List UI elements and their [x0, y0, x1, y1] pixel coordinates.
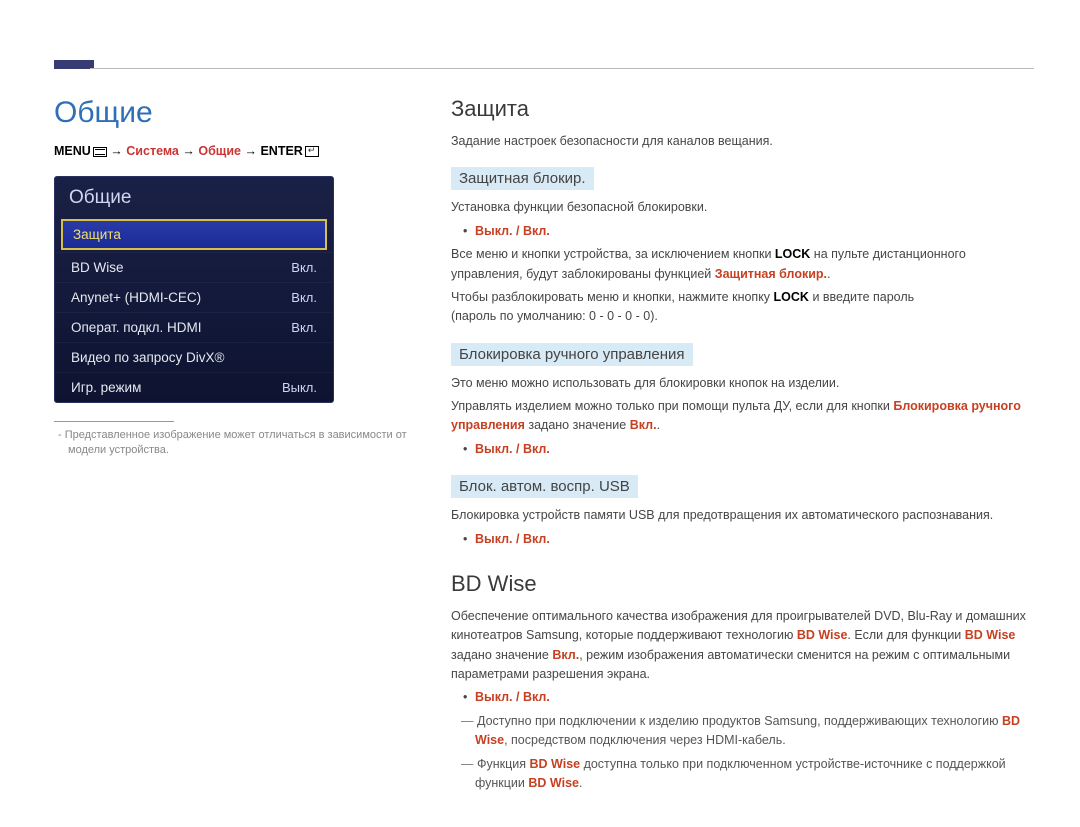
usb-lock-line1: Блокировка устройств памяти USB для пред… [451, 506, 1034, 525]
osd-item-anynet[interactable]: Anynet+ (HDMI-CEC) Вкл. [55, 282, 333, 312]
enter-icon [305, 146, 319, 157]
osd-item-security[interactable]: Защита [61, 219, 327, 250]
breadcrumb-general: Общие [198, 144, 241, 158]
safety-lock-heading: Защитная блокир. [451, 167, 594, 190]
osd-menu: Общие Защита BD Wise Вкл. Anynet+ (HDMI-… [54, 176, 334, 403]
osd-item-divx[interactable]: Видео по запросу DivX® [55, 342, 333, 372]
breadcrumb: MENU → Система → Общие → ENTER [54, 144, 409, 158]
safety-lock-long1: Все меню и кнопки устройства, за исключе… [451, 245, 1034, 284]
osd-item-bdwise[interactable]: BD Wise Вкл. [55, 252, 333, 282]
manual-lock-heading: Блокировка ручного управления [451, 343, 693, 366]
bdwise-note2: Функция BD Wise доступна только при подк… [451, 755, 1034, 794]
manual-lock-line1: Это меню можно использовать для блокиров… [451, 374, 1034, 393]
bdwise-heading: BD Wise [451, 571, 1034, 597]
osd-item-value: Вкл. [291, 260, 317, 275]
osd-item-hdmi-hotplug[interactable]: Операт. подкл. HDMI Вкл. [55, 312, 333, 342]
bdwise-toggle: Выкл. / Вкл. [451, 688, 1034, 707]
osd-title: Общие [55, 177, 333, 217]
osd-item-label: Защита [73, 227, 121, 242]
osd-item-game-mode[interactable]: Игр. режим Выкл. [55, 372, 333, 402]
usb-lock-heading: Блок. автом. воспр. USB [451, 475, 638, 498]
osd-item-value: Вкл. [291, 320, 317, 335]
image-disclaimer: Представленное изображение может отличат… [54, 428, 409, 459]
safety-lock-toggle: Выкл. / Вкл. [451, 222, 1034, 241]
menu-icon [93, 147, 107, 157]
safety-lock-long2: Чтобы разблокировать меню и кнопки, нажм… [451, 288, 1034, 327]
osd-item-value: Вкл. [291, 290, 317, 305]
bdwise-note1: Доступно при подключении к изделию проду… [451, 712, 1034, 751]
safety-lock-desc: Установка функции безопасной блокировки. [451, 198, 1034, 217]
header-accent [54, 60, 94, 69]
security-heading: Защита [451, 96, 1034, 122]
breadcrumb-enter: ENTER [260, 144, 302, 158]
usb-lock-toggle: Выкл. / Вкл. [451, 530, 1034, 549]
breadcrumb-menu: MENU [54, 144, 91, 158]
footnote-rule [54, 421, 174, 422]
header-rule [90, 68, 1034, 69]
osd-item-value: Выкл. [282, 380, 317, 395]
page-title: Общие [54, 96, 409, 130]
osd-item-label: Anynet+ (HDMI-CEC) [71, 290, 201, 305]
osd-item-label: BD Wise [71, 260, 124, 275]
manual-lock-line2: Управлять изделием можно только при помо… [451, 397, 1034, 436]
osd-item-label: Игр. режим [71, 380, 141, 395]
breadcrumb-system: Система [126, 144, 179, 158]
security-intro: Задание настроек безопасности для канало… [451, 132, 1034, 151]
manual-lock-toggle: Выкл. / Вкл. [451, 440, 1034, 459]
osd-item-label: Видео по запросу DivX® [71, 350, 224, 365]
osd-item-label: Операт. подкл. HDMI [71, 320, 202, 335]
bdwise-desc: Обеспечение оптимального качества изобра… [451, 607, 1034, 685]
